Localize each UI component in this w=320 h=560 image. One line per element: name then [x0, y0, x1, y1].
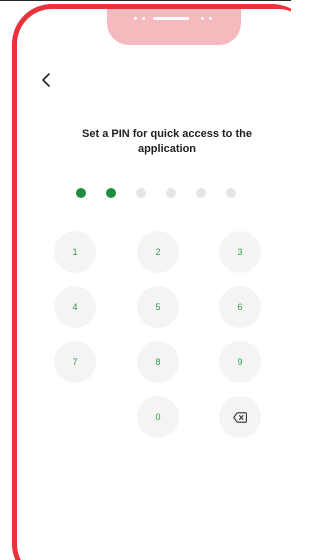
top-divider: [0, 0, 291, 1]
pin-dot-empty: [136, 188, 146, 198]
keypad-key-6[interactable]: 6: [219, 286, 261, 328]
keypad-key-1[interactable]: 1: [54, 231, 96, 273]
pin-indicator: [76, 188, 256, 200]
chevron-left-icon: [42, 73, 50, 87]
backspace-icon: [233, 411, 247, 423]
pin-dot-empty: [166, 188, 176, 198]
pin-dot-filled: [76, 188, 86, 198]
screenshot-canvas: Set a PIN for quick access to the applic…: [0, 0, 291, 560]
keypad-key-2[interactable]: 2: [137, 231, 179, 273]
notch-dot: [134, 17, 137, 20]
keypad-key-8[interactable]: 8: [137, 341, 179, 383]
notch-dot: [201, 17, 204, 20]
pin-dot-empty: [226, 188, 236, 198]
keypad-key-3[interactable]: 3: [219, 231, 261, 273]
back-button[interactable]: [38, 71, 56, 89]
pin-dot-filled: [106, 188, 116, 198]
keypad-key-0[interactable]: 0: [137, 396, 179, 438]
notch-dot: [142, 17, 145, 20]
keypad-key-4[interactable]: 4: [54, 286, 96, 328]
pin-dot-empty: [196, 188, 206, 198]
keypad-key-7[interactable]: 7: [54, 341, 96, 383]
notch-speaker: [153, 17, 189, 20]
phone-notch: [107, 9, 241, 45]
delete-button[interactable]: [219, 396, 261, 438]
notch-dot: [209, 17, 212, 20]
page-title: Set a PIN for quick access to the applic…: [82, 128, 252, 155]
phone-screen: Set a PIN for quick access to the applic…: [17, 9, 291, 560]
keypad-key-9[interactable]: 9: [219, 341, 261, 383]
keypad-key-5[interactable]: 5: [137, 286, 179, 328]
